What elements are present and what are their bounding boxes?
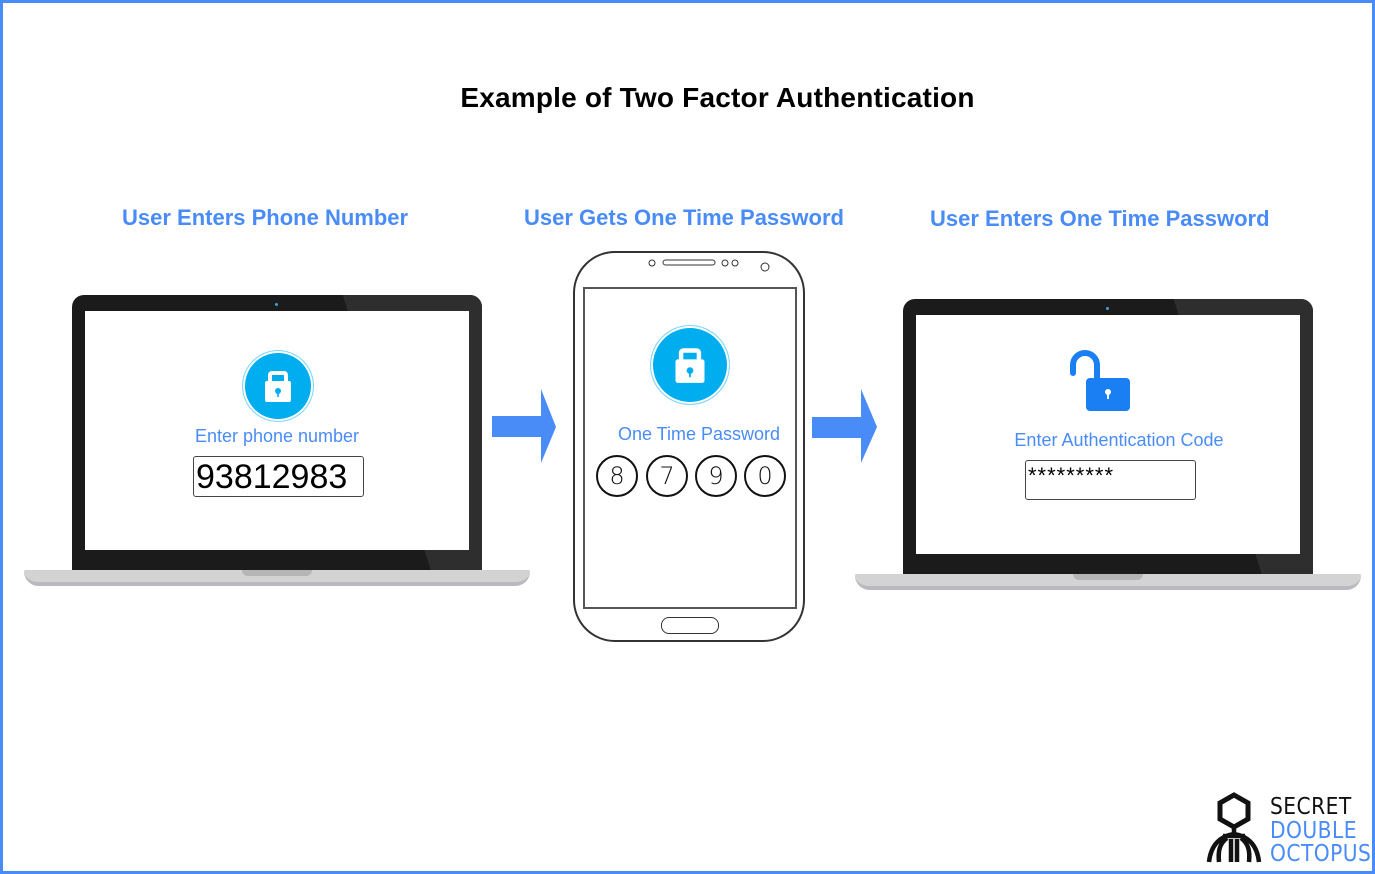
page-title: Example of Two Factor Authentication [460,82,975,113]
logo-text-octopus: OCTOPUS [1270,841,1372,867]
step-2-heading: User Gets One Time Password [524,205,844,230]
auth-code-value: ********* [1028,463,1115,488]
lock-icon [265,371,291,402]
phone-speaker [648,259,770,272]
home-button[interactable] [661,617,719,634]
step-1-heading: User Enters Phone Number [122,205,409,230]
step-3-heading: User Enters One Time Password [930,206,1270,231]
otp-digit: 0 [744,455,786,497]
laptop-lid: Enter Authentication Code ********* [903,299,1313,575]
laptop-screen: Enter Authentication Code ********* [916,315,1300,554]
otp-digit: 7 [646,455,688,497]
octopus-logo-icon [1206,792,1262,863]
otp-label: One Time Password [617,424,781,444]
webcam [1106,307,1109,310]
laptop-lid: Enter phone number 93812983 [72,295,482,571]
otp-digit: 8 [596,455,638,497]
auth-code-input[interactable]: ********* [1025,460,1196,500]
secret-double-octopus-logo: SECRET DOUBLE OCTOPUS [1205,790,1372,867]
laptop-step-3: Enter Authentication Code ********* [855,299,1361,591]
laptop-notch [1073,574,1143,580]
webcam [275,303,278,306]
smartphone: One Time Password 8 7 9 0 [573,251,805,642]
laptop-screen: Enter phone number 93812983 [85,311,469,550]
unlocked-lock-icon [1070,350,1130,411]
lock-icon-circle [243,351,313,421]
otp-digit: 9 [695,455,737,497]
enter-auth-code-label: Enter Authentication Code [1014,430,1224,450]
phone-screen: One Time Password 8 7 9 0 [583,287,797,609]
laptop-step-1: Enter phone number 93812983 [24,295,530,587]
logo-text-double: DOUBLE [1270,818,1357,844]
arrow-right-icon [492,389,556,463]
enter-phone-label: Enter phone number [194,426,360,446]
lock-icon [675,348,705,383]
laptop-notch [242,570,312,576]
phone-number-input[interactable]: 93812983 [193,456,364,497]
lock-icon-circle [651,326,729,404]
logo-text-secret: SECRET [1270,794,1352,820]
phone-number-value: 93812983 [196,458,348,496]
